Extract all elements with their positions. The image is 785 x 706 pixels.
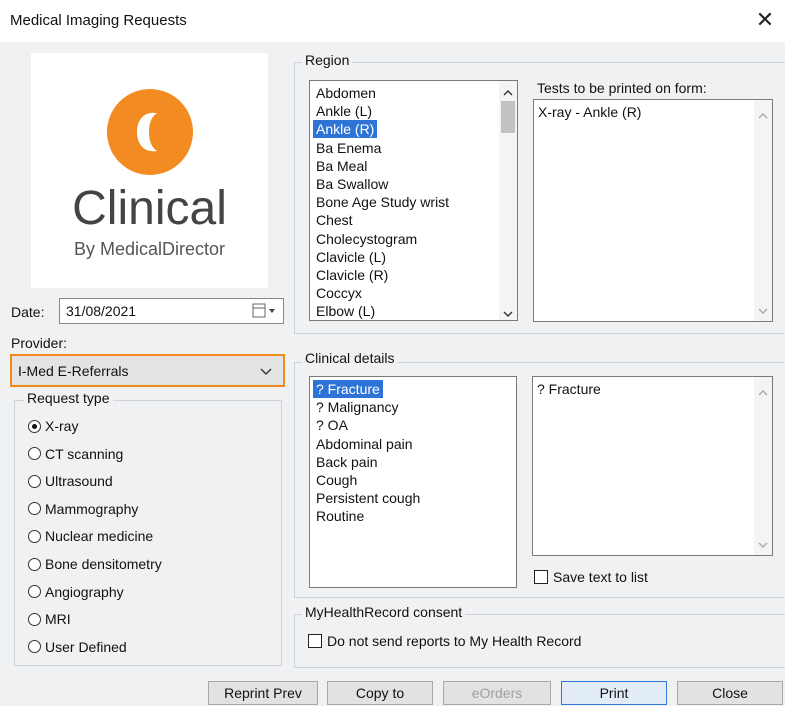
radio-circle-icon[interactable]: [28, 419, 41, 433]
radio-circle-icon[interactable]: [28, 529, 41, 543]
radio-bone-densitometry[interactable]: Bone densitometry: [28, 554, 162, 574]
region-list-item[interactable]: Abdomen: [313, 84, 379, 102]
region-list-item[interactable]: Ankle (L): [313, 102, 375, 120]
radio-label: CT scanning: [45, 445, 124, 462]
provider-value: I-Med E-Referrals: [18, 363, 129, 379]
region-list-item[interactable]: Chest: [313, 211, 356, 229]
radio-circle-icon[interactable]: [28, 447, 41, 461]
region-list-item[interactable]: Coccyx: [313, 284, 365, 302]
scroll-down-icon[interactable]: [503, 306, 513, 317]
myhealth-checkbox-label: Do not send reports to My Health Record: [327, 633, 582, 649]
region-list-item[interactable]: Ba Swallow: [313, 175, 391, 193]
copy-to-button[interactable]: Copy to: [327, 681, 433, 705]
logo-name: Clinical: [72, 182, 227, 235]
radio-label: Nuclear medicine: [45, 528, 154, 545]
title-bar: Medical Imaging Requests ✕: [0, 0, 785, 42]
tests-scrollbar[interactable]: [754, 100, 772, 321]
logo-subtitle: By MedicalDirector: [73, 239, 226, 259]
radio-label: MRI: [45, 611, 71, 628]
radio-circle-icon[interactable]: [28, 640, 41, 654]
checkbox-box[interactable]: [534, 570, 548, 584]
date-value: 31/08/2021: [66, 303, 137, 319]
region-title: Region: [302, 52, 353, 68]
clinical-list-item[interactable]: Routine: [313, 507, 367, 525]
radio-ct-scanning[interactable]: CT scanning: [28, 444, 123, 464]
clinical-list-item[interactable]: Abdominal pain: [313, 435, 416, 453]
request-type-title: Request type: [24, 390, 113, 406]
radio-label: Angiography: [45, 583, 124, 600]
region-list-item[interactable]: Cholecystogram: [313, 230, 420, 248]
clinical-textbox[interactable]: ? Fracture: [532, 376, 773, 556]
reprint-prev-button[interactable]: Reprint Prev: [208, 681, 318, 705]
region-list-item[interactable]: Ba Enema: [313, 139, 384, 157]
eorders-button[interactable]: eOrders: [443, 681, 551, 705]
print-button[interactable]: Print: [561, 681, 667, 705]
clinical-scrollbar[interactable]: [754, 377, 772, 555]
date-label: Date:: [11, 304, 45, 320]
clinical-list-item[interactable]: ? Malignancy: [313, 398, 402, 416]
logo-mark-icon: [107, 89, 193, 175]
tests-value: X-ray - Ankle (R): [538, 104, 642, 120]
radio-label: User Defined: [45, 638, 127, 655]
radio-mammography[interactable]: Mammography: [28, 499, 138, 519]
radio-label: Bone densitometry: [45, 556, 162, 572]
provider-select[interactable]: I-Med E-Referrals: [10, 354, 285, 387]
save-text-label: Save text to list: [553, 569, 648, 585]
radio-label: Ultrasound: [45, 473, 113, 490]
region-list-item[interactable]: Bone Age Study wrist: [313, 193, 452, 211]
radio-mri[interactable]: MRI: [28, 609, 71, 629]
radio-circle-icon[interactable]: [28, 585, 41, 599]
clinical-title: Clinical details: [302, 350, 398, 366]
region-scroll-thumb[interactable]: [501, 101, 515, 133]
radio-circle-icon[interactable]: [28, 612, 41, 626]
radio-user-defined[interactable]: User Defined: [28, 637, 127, 657]
clinical-text: ? Fracture: [537, 381, 601, 397]
scroll-down-icon[interactable]: [758, 537, 768, 548]
radio-circle-icon[interactable]: [28, 557, 41, 571]
region-listbox[interactable]: Abdomen Ankle (L) Ankle (R) Ba Enema Ba Meal…: [309, 80, 518, 321]
radio-circle-icon[interactable]: [28, 474, 41, 488]
tests-textbox[interactable]: X-ray - Ankle (R): [533, 99, 773, 322]
close-button[interactable]: Close: [677, 681, 783, 705]
clinical-list-item[interactable]: ? Fracture: [313, 380, 383, 398]
radio-nuclear-medicine[interactable]: Nuclear medicine: [28, 526, 153, 546]
radio-x-ray[interactable]: X-ray: [28, 416, 78, 436]
clinical-list-item[interactable]: Back pain: [313, 453, 380, 471]
calendar-icon[interactable]: [251, 302, 279, 320]
radio-label: X-ray: [45, 418, 79, 434]
date-field[interactable]: 31/08/2021: [59, 298, 284, 324]
radio-angiography[interactable]: Angiography: [28, 582, 124, 602]
provider-label: Provider:: [11, 335, 68, 351]
region-list-item[interactable]: Ba Meal: [313, 157, 370, 175]
region-scrollbar[interactable]: [499, 81, 517, 320]
save-text-checkbox[interactable]: Save text to list: [534, 569, 648, 585]
scroll-up-icon[interactable]: [758, 385, 768, 396]
myhealth-checkbox[interactable]: Do not send reports to My Health Record: [308, 633, 581, 649]
scroll-up-icon[interactable]: [503, 85, 513, 96]
window-title: Medical Imaging Requests: [10, 12, 187, 29]
tests-label: Tests to be printed on form:: [537, 80, 707, 96]
clinical-list-item[interactable]: Persistent cough: [313, 489, 423, 507]
radio-ultrasound[interactable]: Ultrasound: [28, 471, 113, 491]
scroll-up-icon[interactable]: [758, 108, 768, 119]
clinical-list-item[interactable]: Cough: [313, 471, 360, 489]
myhealth-title: MyHealthRecord consent: [302, 604, 466, 620]
checkbox-box[interactable]: [308, 634, 322, 648]
clinical-logo: Clinical By MedicalDirector: [31, 53, 268, 288]
close-icon[interactable]: ✕: [751, 6, 779, 34]
clinical-list-item[interactable]: ? OA: [313, 416, 351, 434]
radio-label: Mammography: [45, 500, 139, 517]
region-list-item[interactable]: Clavicle (L): [313, 248, 389, 266]
scroll-down-icon[interactable]: [758, 303, 768, 314]
chevron-down-icon: [259, 365, 273, 379]
radio-circle-icon[interactable]: [28, 502, 41, 516]
region-list-item[interactable]: Clavicle (R): [313, 266, 391, 284]
region-list-item[interactable]: Ankle (R): [313, 120, 378, 139]
region-list-item[interactable]: Elbow (L): [313, 302, 378, 320]
clinical-listbox[interactable]: ? Fracture? Malignancy? OA Abdominal pain…: [309, 376, 517, 588]
